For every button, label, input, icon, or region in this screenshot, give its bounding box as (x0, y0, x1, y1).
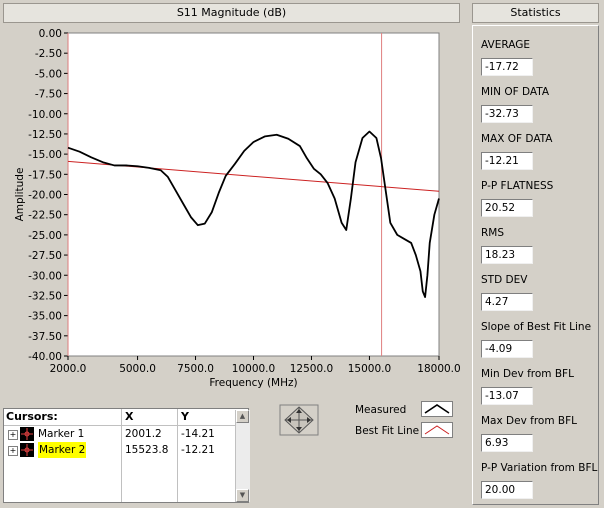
x-tick-label: 5000.0 (119, 363, 156, 375)
y-tick-label: -20.00 (28, 190, 62, 202)
scroll-up-icon[interactable]: ▲ (236, 410, 249, 423)
expand-icon[interactable]: + (8, 446, 18, 456)
y-tick-label: -5.00 (35, 68, 62, 80)
y-tick-label: -30.00 (28, 270, 62, 282)
marker-1-label: Marker 1 (38, 428, 85, 440)
y-tick-label: -17.50 (28, 169, 62, 181)
stat-value-field[interactable]: 4.27 (481, 293, 533, 311)
marker-2-label: Marker 2 (38, 442, 87, 458)
y-tick-label: -12.50 (28, 129, 62, 141)
stat-value-field[interactable]: 20.52 (481, 199, 533, 217)
expand-icon[interactable]: + (8, 430, 18, 440)
y-tick-label: -15.00 (28, 149, 62, 161)
y-tick-label: -37.50 (28, 331, 62, 343)
x-tick-label: 7500.0 (177, 363, 214, 375)
y-tick-label: -22.50 (28, 210, 62, 222)
cursor-table-scrollbar[interactable]: ▲ ▼ (235, 410, 250, 502)
graph-panel: 0.00 -2.50 -5.00 -7.50 -10.00 -12.50 -15.00 -17… (3, 25, 460, 399)
y-tick-label: -7.50 (35, 89, 62, 101)
stat-value-field[interactable]: -17.72 (481, 58, 533, 76)
stat-value-field[interactable]: -13.07 (481, 387, 533, 405)
marker-2-y: -12.21 (181, 444, 215, 456)
stat-value-field[interactable]: -32.73 (481, 105, 533, 123)
y-tick-label: -25.00 (28, 230, 62, 242)
stat-value-field[interactable]: -4.09 (481, 340, 533, 358)
stat-label: Max Dev from BFL (481, 415, 578, 427)
table-row[interactable]: + Marker 2 15523.8 -12.21 (4, 442, 235, 458)
statistics-panel: AVERAGE -17.72 MIN OF DATA -32.73 MAX OF DAT… (472, 25, 599, 505)
x-tick-label: 15000.0 (348, 363, 391, 375)
legend-measured-label: Measured (355, 404, 407, 416)
cursors-header: Cursors: (6, 409, 121, 425)
y-tick-label: -35.00 (28, 311, 62, 323)
scroll-down-icon[interactable]: ▼ (236, 489, 249, 502)
x-tick-label: 10000.0 (232, 363, 275, 375)
cursor-table[interactable]: Cursors: X Y + Marker 1 2001.2 -14.21 + … (3, 408, 250, 503)
stat-label: STD DEV (481, 274, 528, 286)
y-tick-label: 0.00 (39, 28, 62, 40)
stats-title: Statistics (472, 3, 599, 23)
table-row[interactable]: + Marker 1 2001.2 -14.21 (4, 426, 235, 442)
x-axis-label: Frequency (MHz) (209, 377, 297, 389)
y-tick-label: -27.50 (28, 250, 62, 262)
y-tick-label: -2.50 (35, 48, 62, 60)
column-y-header: Y (181, 409, 231, 425)
s11-chart[interactable]: 0.00 -2.50 -5.00 -7.50 -10.00 -12.50 -15.00 -17… (3, 25, 460, 399)
plot-legend[interactable]: Measured Best Fit Line (355, 400, 455, 444)
marker-1-y: -14.21 (181, 428, 215, 440)
marker-2-x: 15523.8 (125, 444, 169, 456)
stat-label: MIN OF DATA (481, 86, 550, 98)
column-x-header: X (125, 409, 175, 425)
stat-label: Slope of Best Fit Line (481, 321, 592, 333)
stat-label: P-P Variation from BFL (481, 462, 598, 474)
stat-value-field[interactable]: 20.00 (481, 481, 533, 499)
graph-title: S11 Magnitude (dB) (3, 3, 460, 23)
stat-label: RMS (481, 227, 505, 239)
stat-label: AVERAGE (481, 39, 530, 51)
y-tick-label: -10.00 (28, 109, 62, 121)
x-tick-label: 2000.0 (50, 363, 87, 375)
y-axis-label: Amplitude (14, 168, 26, 222)
y-tick-label: -32.50 (28, 290, 62, 302)
legend-bestfit-swatch[interactable] (421, 422, 453, 438)
stat-label: Min Dev from BFL (481, 368, 574, 380)
pan-diamond-icon[interactable] (279, 404, 319, 436)
legend-bestfit-label: Best Fit Line (355, 425, 420, 437)
y-tick-label: -40.00 (28, 351, 62, 363)
stat-value-field[interactable]: -12.21 (481, 152, 533, 170)
crosshair-marker-icon (20, 443, 34, 457)
legend-measured-swatch[interactable] (421, 401, 453, 417)
stat-value-field[interactable]: 18.23 (481, 246, 533, 264)
plot-area (67, 32, 440, 357)
marker-1-x: 2001.2 (125, 428, 162, 440)
x-tick-label: 12500.0 (290, 363, 333, 375)
stat-label: MAX OF DATA (481, 133, 553, 145)
stat-label: P-P FLATNESS (481, 180, 554, 192)
graph-pan-control[interactable] (279, 404, 319, 436)
x-tick-label: 18000.0 (417, 363, 460, 375)
crosshair-marker-icon (20, 427, 34, 441)
stat-value-field[interactable]: 6.93 (481, 434, 533, 452)
